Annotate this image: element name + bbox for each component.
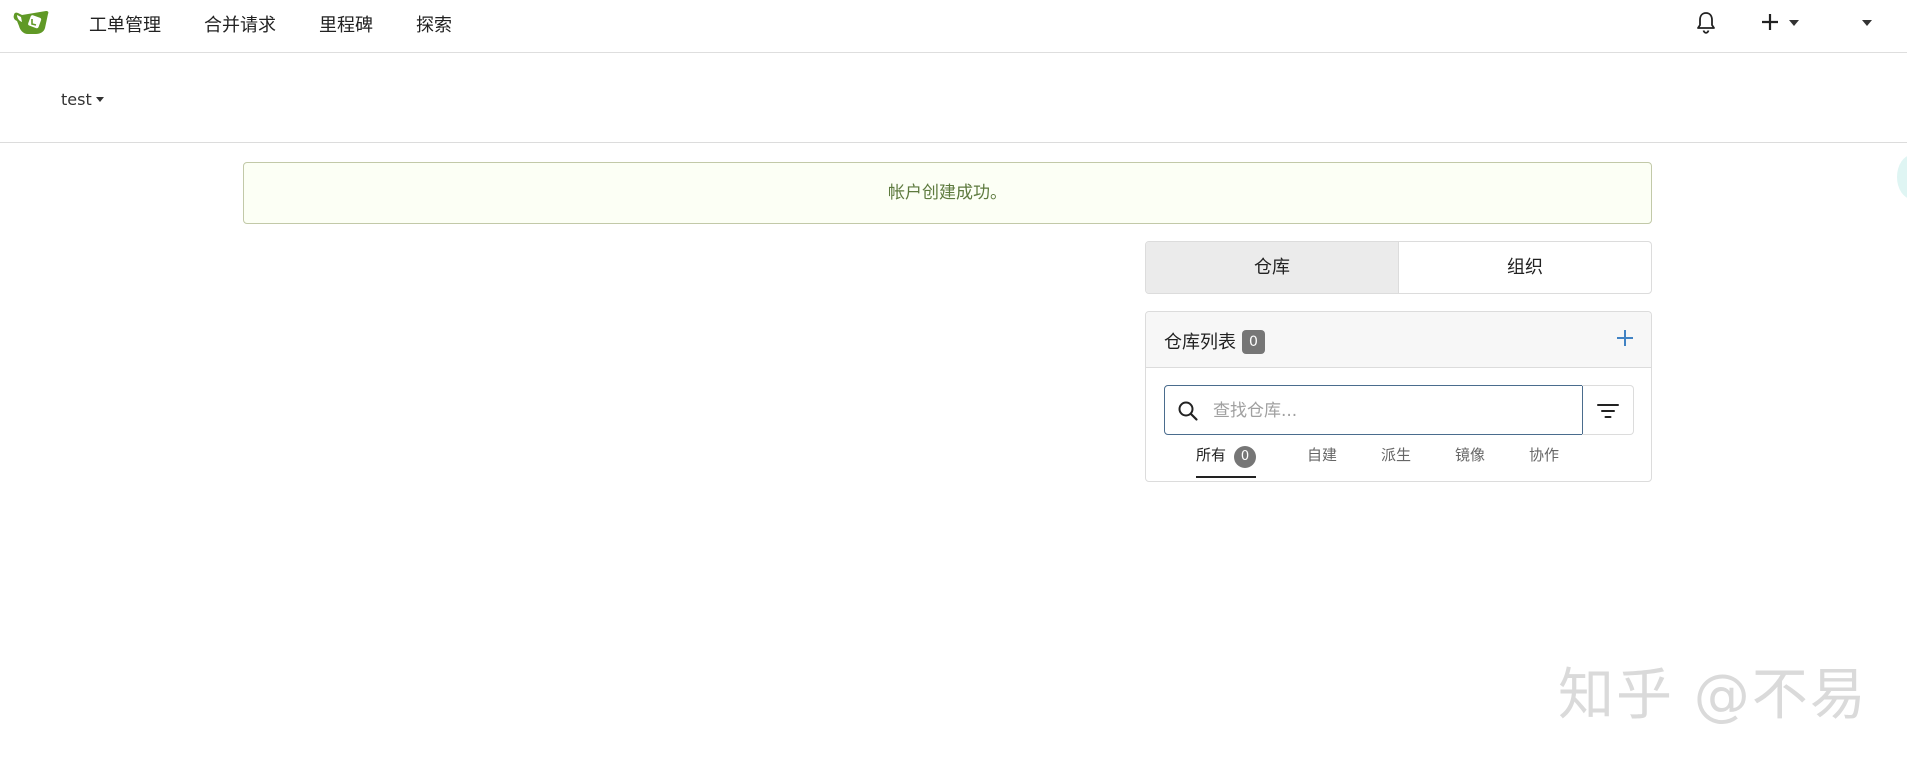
- caret-down-icon: [95, 97, 104, 102]
- user-context-dropdown[interactable]: test: [61, 90, 104, 109]
- nav-explore[interactable]: 探索: [416, 11, 452, 37]
- plus-icon: [1762, 14, 1778, 30]
- success-message: 帐户创建成功。: [243, 162, 1652, 224]
- gitea-logo[interactable]: [12, 8, 50, 36]
- nav-issues[interactable]: 工单管理: [89, 11, 161, 37]
- tab-repositories[interactable]: 仓库: [1146, 242, 1398, 293]
- nav-pull-requests[interactable]: 合并请求: [204, 11, 276, 37]
- context-switcher-bar: test: [0, 53, 1907, 143]
- search-icon: [1177, 400, 1199, 426]
- plus-icon: [1617, 330, 1633, 346]
- dashboard-switch: 仓库 组织: [1145, 241, 1652, 294]
- caret-down-icon: [1789, 20, 1799, 26]
- repo-tab-collaborative[interactable]: 协作: [1529, 444, 1559, 476]
- caret-down-icon: [1862, 20, 1872, 26]
- repo-list-header: 仓库列表 0: [1146, 312, 1651, 368]
- repo-search-box: [1164, 385, 1583, 436]
- user-menu[interactable]: [1860, 19, 1874, 29]
- repo-tab-sources[interactable]: 自建: [1307, 444, 1337, 476]
- repo-count-badge: 0: [1242, 330, 1265, 354]
- watermark: 知乎 @不易: [1558, 663, 1868, 728]
- repo-tab-forks[interactable]: 派生: [1381, 444, 1411, 476]
- repo-list-panel: 仓库列表 0 所有 0 自建 派生 镜像 协作: [1145, 311, 1652, 482]
- repo-tab-all[interactable]: 所有 0: [1196, 444, 1257, 478]
- repo-filter-button[interactable]: [1582, 385, 1634, 435]
- tab-organizations[interactable]: 组织: [1398, 242, 1651, 293]
- username: test: [61, 90, 92, 109]
- add-repo-button[interactable]: [1613, 326, 1637, 350]
- repo-list-title-text: 仓库列表: [1164, 332, 1236, 353]
- repo-search-input[interactable]: [1211, 386, 1575, 436]
- nav-milestones[interactable]: 里程碑: [319, 11, 373, 37]
- floating-widget[interactable]: [1897, 155, 1907, 199]
- repo-tab-count-badge: 0: [1234, 446, 1257, 468]
- repo-list-title: 仓库列表 0: [1164, 328, 1265, 354]
- repo-tab-label: 所有: [1196, 446, 1227, 464]
- create-menu[interactable]: [1760, 12, 1799, 36]
- bell-icon[interactable]: [1695, 11, 1717, 39]
- top-navbar: 工单管理 合并请求 里程碑 探索: [0, 0, 1907, 53]
- filter-icon: [1597, 404, 1619, 418]
- repo-tab-mirrors[interactable]: 镜像: [1455, 444, 1485, 476]
